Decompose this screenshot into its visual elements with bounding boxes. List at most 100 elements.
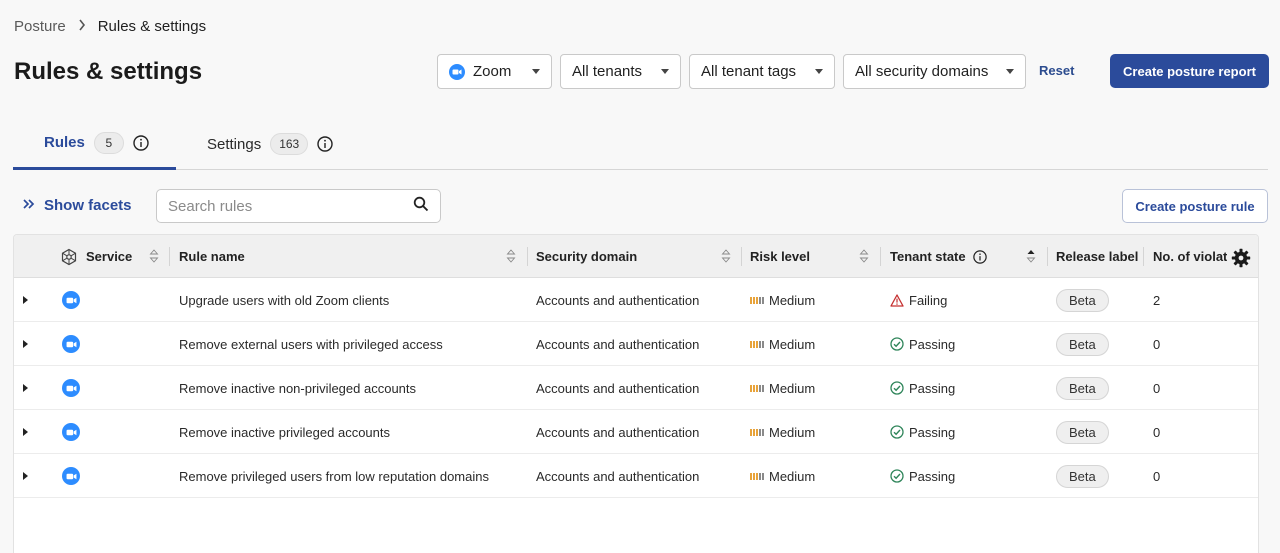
risk-level-cell: Medium bbox=[750, 366, 815, 410]
rule-name[interactable]: Upgrade users with old Zoom clients bbox=[179, 293, 389, 308]
service-filter-select[interactable]: Zoom bbox=[437, 54, 552, 89]
check-circle-icon bbox=[890, 381, 904, 395]
column-header-rule-name[interactable]: Rule name bbox=[179, 235, 245, 278]
breadcrumb-posture-link[interactable]: Posture bbox=[14, 18, 66, 35]
expand-row-toggle[interactable] bbox=[23, 366, 28, 410]
column-divider[interactable] bbox=[1047, 247, 1048, 266]
column-header-security-domain[interactable]: Security domain bbox=[536, 235, 637, 278]
expand-row-toggle[interactable] bbox=[23, 322, 28, 366]
show-facets-button[interactable]: Show facets bbox=[22, 197, 132, 214]
tab-settings[interactable]: Settings 163 bbox=[207, 118, 333, 170]
caret-right-icon bbox=[23, 296, 28, 304]
create-posture-report-button[interactable]: Create posture report bbox=[1110, 54, 1269, 88]
tab-rules[interactable]: Rules 5 bbox=[13, 118, 176, 170]
info-icon[interactable] bbox=[317, 136, 333, 152]
check-circle-icon bbox=[890, 469, 904, 483]
search-rules-input[interactable] bbox=[168, 197, 413, 215]
zoom-icon bbox=[62, 379, 80, 397]
search-icon[interactable] bbox=[413, 196, 429, 217]
rule-name[interactable]: Remove external users with privileged ac… bbox=[179, 337, 443, 352]
rule-name-cell[interactable]: Upgrade users with old Zoom clients bbox=[179, 278, 389, 322]
service-cell bbox=[62, 410, 80, 454]
column-divider[interactable] bbox=[169, 247, 170, 266]
security-domain-cell: Accounts and authentication bbox=[536, 322, 699, 366]
table-row[interactable]: Remove inactive privileged accounts Acco… bbox=[14, 410, 1258, 454]
rule-name[interactable]: Remove inactive privileged accounts bbox=[179, 425, 390, 440]
rule-name[interactable]: Remove privileged users from low reputat… bbox=[179, 469, 489, 484]
table-row[interactable]: Remove external users with privileged ac… bbox=[14, 322, 1258, 366]
column-divider[interactable] bbox=[1143, 247, 1144, 266]
breadcrumb: Posture Rules & settings bbox=[14, 18, 206, 35]
column-header-risk-level[interactable]: Risk level bbox=[750, 235, 810, 278]
zoom-icon bbox=[62, 291, 80, 309]
rules-table: Service Rule name Security domain Risk l… bbox=[13, 234, 1259, 553]
column-label-release-label: Release label bbox=[1056, 249, 1139, 264]
column-divider[interactable] bbox=[527, 247, 528, 266]
expand-row-toggle[interactable] bbox=[23, 278, 28, 322]
table-row[interactable]: Upgrade users with old Zoom clients Acco… bbox=[14, 278, 1258, 322]
release-label-cell: Beta bbox=[1056, 454, 1109, 498]
tenant-state-value: Passing bbox=[909, 336, 956, 352]
security-domain-filter-select[interactable]: All security domains bbox=[843, 54, 1026, 89]
column-header-service[interactable]: Service bbox=[60, 235, 132, 278]
rule-name-cell[interactable]: Remove external users with privileged ac… bbox=[179, 322, 443, 366]
violations-cell: 0 bbox=[1153, 410, 1160, 454]
violations-count: 0 bbox=[1153, 336, 1161, 352]
rule-name-cell[interactable]: Remove privileged users from low reputat… bbox=[179, 454, 489, 498]
release-label-badge: Beta bbox=[1056, 332, 1109, 356]
sort-icon[interactable] bbox=[721, 248, 731, 264]
sort-icon[interactable] bbox=[859, 248, 869, 264]
reset-filters-link[interactable]: Reset bbox=[1039, 63, 1074, 78]
violations-count: 0 bbox=[1153, 424, 1161, 440]
filter-bar: Zoom All tenants All tenant tags All sec… bbox=[437, 54, 1026, 89]
gear-icon[interactable] bbox=[1231, 248, 1251, 268]
column-header-tenant-state[interactable]: Tenant state bbox=[890, 235, 987, 278]
release-label-cell: Beta bbox=[1056, 366, 1109, 410]
tenant-filter-select[interactable]: All tenants bbox=[560, 54, 681, 89]
tenant-state-value: Passing bbox=[909, 380, 956, 396]
tenant-tag-filter-select[interactable]: All tenant tags bbox=[689, 54, 835, 89]
sort-icon[interactable] bbox=[506, 248, 516, 264]
tenant-state-value: Passing bbox=[909, 468, 956, 484]
caret-right-icon bbox=[23, 340, 28, 348]
risk-level-bars-icon bbox=[750, 384, 764, 392]
tenant-state-value: Failing bbox=[909, 292, 948, 308]
rule-name[interactable]: Remove inactive non-privileged accounts bbox=[179, 381, 416, 396]
show-facets-label: Show facets bbox=[44, 197, 132, 214]
column-header-violations[interactable]: No. of violat bbox=[1153, 235, 1227, 278]
table-row[interactable]: Remove inactive non-privileged accounts … bbox=[14, 366, 1258, 410]
double-chevron-right-icon bbox=[22, 197, 36, 214]
info-icon[interactable] bbox=[133, 134, 149, 151]
risk-level-value: Medium bbox=[769, 336, 816, 352]
rules-count-badge: 5 bbox=[93, 131, 124, 154]
caret-right-icon bbox=[23, 428, 28, 436]
info-icon[interactable] bbox=[972, 249, 987, 264]
risk-level-cell: Medium bbox=[750, 278, 815, 322]
risk-level-cell: Medium bbox=[750, 322, 815, 366]
tenant-state-cell: Passing bbox=[890, 366, 955, 410]
violations-count: 0 bbox=[1153, 468, 1161, 484]
expand-row-toggle[interactable] bbox=[23, 454, 28, 498]
zoom-icon bbox=[62, 335, 80, 353]
release-label-cell: Beta bbox=[1056, 278, 1109, 322]
risk-level-cell: Medium bbox=[750, 454, 815, 498]
sort-descending-icon[interactable] bbox=[1026, 248, 1036, 264]
violations-cell: 2 bbox=[1153, 278, 1160, 322]
column-divider[interactable] bbox=[741, 247, 742, 266]
column-label-service: Service bbox=[86, 249, 133, 264]
caret-down-icon bbox=[532, 69, 540, 74]
sort-icon[interactable] bbox=[149, 248, 159, 264]
check-circle-icon bbox=[890, 337, 904, 351]
column-header-release-label[interactable]: Release label bbox=[1056, 235, 1138, 278]
risk-level-value: Medium bbox=[769, 380, 816, 396]
tab-settings-label: Settings bbox=[207, 135, 262, 153]
column-divider[interactable] bbox=[880, 247, 881, 266]
zoom-icon bbox=[449, 63, 465, 80]
rule-name-cell[interactable]: Remove inactive privileged accounts bbox=[179, 410, 390, 454]
caret-down-icon bbox=[815, 69, 823, 74]
expand-row-toggle[interactable] bbox=[23, 410, 28, 454]
rule-name-cell[interactable]: Remove inactive non-privileged accounts bbox=[179, 366, 416, 410]
create-posture-rule-button[interactable]: Create posture rule bbox=[1122, 189, 1268, 223]
tenant-state-cell: Passing bbox=[890, 322, 955, 366]
table-row[interactable]: Remove privileged users from low reputat… bbox=[14, 454, 1258, 498]
